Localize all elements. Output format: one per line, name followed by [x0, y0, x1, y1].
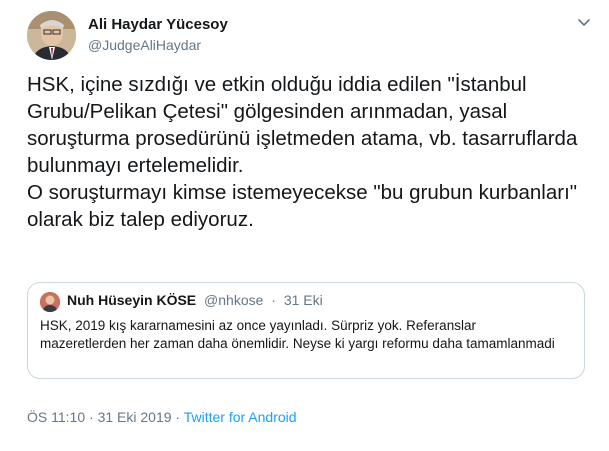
quoted-author-name: Nuh Hüseyin KÖSE: [67, 292, 197, 308]
quoted-author-avatar: [40, 292, 60, 312]
quoted-text: HSK, 2019 kış kararnamesini az once yayı…: [40, 318, 555, 351]
tweet-date[interactable]: 31 Eki 2019: [98, 409, 172, 425]
tweet-text: HSK, içine sızdığı ve etkin olduğu iddia…: [27, 73, 578, 231]
author-avatar[interactable]: [27, 11, 76, 60]
chevron-down-icon[interactable]: [577, 15, 591, 29]
tweet-source-link[interactable]: Twitter for Android: [184, 409, 297, 425]
quoted-separator: ·: [271, 292, 276, 308]
author-handle[interactable]: @JudgeAliHaydar: [88, 37, 201, 53]
footer-separator-2: ·: [175, 409, 181, 425]
quoted-date: 31 Eki: [283, 292, 323, 308]
author-name[interactable]: Ali Haydar Yücesoy: [88, 16, 228, 33]
quoted-author-handle: @nhkose: [204, 292, 264, 308]
quoted-tweet[interactable]: Nuh Hüseyin KÖSE @nhkose · 31 Eki HSK, 2…: [27, 282, 585, 379]
tweet-footer: ÖS 11:10 · 31 Eki 2019 · Twitter for And…: [27, 409, 297, 425]
tweet-time[interactable]: ÖS 11:10: [27, 409, 85, 425]
quoted-header: Nuh Hüseyin KÖSE @nhkose · 31 Eki: [67, 292, 323, 308]
footer-separator: ·: [89, 409, 94, 425]
